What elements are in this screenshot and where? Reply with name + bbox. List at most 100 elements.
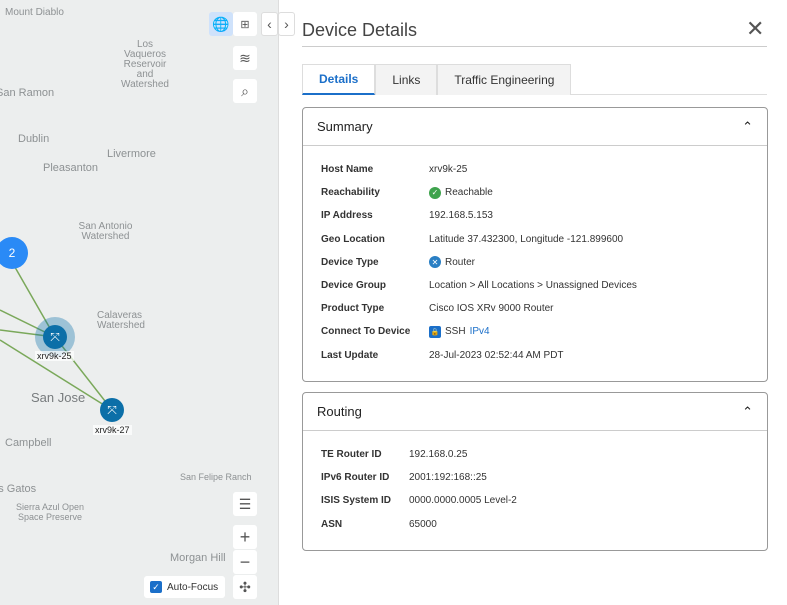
zoom-out-button[interactable]: − bbox=[233, 550, 257, 574]
detail-row: Last Update 28-Jul-2023 02:52:44 AM PDT bbox=[321, 344, 767, 367]
detail-row: IPv6 Router ID 2001:192:168::25 bbox=[321, 466, 767, 489]
place-label: Los Gatos bbox=[0, 483, 37, 495]
detail-row: Geo Location Latitude 37.432300, Longitud… bbox=[321, 228, 767, 251]
field-value: 🔒 SSH IPv4 bbox=[429, 325, 490, 338]
field-value: ✕ Router bbox=[429, 256, 476, 269]
field-label: ISIS System ID bbox=[321, 495, 392, 507]
routing-header[interactable]: Routing ⌃ bbox=[303, 393, 767, 431]
summary-header[interactable]: Summary ⌃ bbox=[303, 108, 767, 146]
field-label: Product Type bbox=[321, 303, 385, 315]
field-label: Geo Location bbox=[321, 233, 385, 245]
router-node[interactable]: ⤧ bbox=[100, 398, 124, 422]
field-value: ✓ Reachable bbox=[429, 186, 493, 199]
auto-focus-label: Auto-Focus bbox=[167, 581, 219, 593]
geo-view-button[interactable]: 🌐 bbox=[209, 12, 233, 36]
search-button[interactable]: ⌕ bbox=[233, 79, 257, 103]
value-text: Latitude 37.432300, Longitude -121.89960… bbox=[429, 233, 624, 245]
field-value: 192.168.5.153 bbox=[429, 210, 493, 221]
field-value: 2001:192:168::25 bbox=[409, 472, 487, 483]
place-label: Calaveras Watershed bbox=[97, 310, 145, 331]
place-label: Sierra Azul Open Space Preserve bbox=[15, 502, 85, 522]
field-label: Last Update bbox=[321, 349, 379, 361]
place-label: Livermore bbox=[107, 148, 156, 160]
field-value: 28-Jul-2023 02:52:44 AM PDT bbox=[429, 350, 564, 361]
panel-title: Device Details bbox=[302, 20, 418, 40]
collapse-left-button[interactable]: ‹ bbox=[261, 12, 278, 36]
field-label: IPv6 Router ID bbox=[321, 472, 390, 484]
field-label: Device Group bbox=[321, 280, 387, 292]
field-value: Location > All Locations > Unassigned De… bbox=[429, 280, 637, 291]
expand-right-button[interactable]: › bbox=[278, 12, 295, 36]
field-label: Connect To Device bbox=[321, 326, 411, 338]
detail-row: ISIS System ID 0000.0000.0005 Level-2 bbox=[321, 489, 767, 512]
chevron-up-icon[interactable]: ⌃ bbox=[742, 119, 753, 135]
value-text: Reachable bbox=[445, 187, 493, 199]
value-text: 28-Jul-2023 02:52:44 AM PDT bbox=[429, 349, 564, 361]
node-label: xrv9k-27 bbox=[93, 425, 132, 435]
place-label: Mount Diablo bbox=[5, 7, 64, 18]
detail-row: Reachability ✓ Reachable bbox=[321, 181, 767, 204]
place-label: San Felipe Ranch bbox=[180, 472, 252, 482]
legend-button[interactable]: ☰ bbox=[233, 492, 257, 516]
tab-traffic-engineering[interactable]: Traffic Engineering bbox=[437, 64, 572, 95]
detail-row: Host Name xrv9k-25 bbox=[321, 158, 767, 181]
zoom-in-button[interactable]: + bbox=[233, 525, 257, 549]
router-icon: ⤧ bbox=[50, 329, 60, 344]
field-label: IP Address bbox=[321, 210, 373, 222]
value-text: Location > All Locations > Unassigned De… bbox=[429, 280, 637, 292]
detail-row: Product Type Cisco IOS XRv 9000 Router bbox=[321, 297, 767, 320]
field-value: 0000.0000.0005 Level-2 bbox=[409, 495, 517, 506]
field-value: 65000 bbox=[409, 519, 437, 530]
summary-title: Summary bbox=[317, 119, 373, 134]
router-icon: ⤧ bbox=[107, 402, 117, 417]
field-value: Cisco IOS XRv 9000 Router bbox=[429, 303, 554, 314]
chevron-up-icon[interactable]: ⌃ bbox=[742, 404, 753, 420]
value-text: 2001:192:168::25 bbox=[409, 472, 487, 484]
topology-map[interactable]: Mount Diablo Los Vaqueros Reservoir and … bbox=[0, 0, 279, 605]
routing-title: Routing bbox=[317, 404, 362, 419]
field-label: Reachability bbox=[321, 187, 380, 199]
close-icon[interactable]: ✕ bbox=[746, 16, 764, 42]
place-label: Morgan Hill bbox=[170, 552, 226, 564]
tab-details[interactable]: Details bbox=[302, 64, 376, 95]
summary-card: Summary ⌃ Host Name xrv9k-25 Reachability ✓ R… bbox=[302, 107, 768, 382]
field-label: ASN bbox=[321, 518, 343, 530]
value-text[interactable]: SSH bbox=[445, 326, 466, 337]
topology-view-button[interactable]: ⊞ bbox=[233, 12, 257, 36]
detail-row: IP Address 192.168.5.153 bbox=[321, 204, 767, 227]
value-text: 192.168.0.25 bbox=[409, 449, 468, 461]
lock-icon[interactable]: 🔒 bbox=[429, 325, 441, 338]
tab-links[interactable]: Links bbox=[375, 64, 438, 95]
detail-row: Connect To Device 🔒 SSH IPv4 bbox=[321, 320, 767, 343]
field-label: Device Type bbox=[321, 256, 379, 268]
value-text: xrv9k-25 bbox=[429, 164, 468, 176]
detail-row: TE Router ID 192.168.0.25 bbox=[321, 443, 767, 466]
checkbox-checked-icon[interactable]: ✓ bbox=[150, 581, 162, 593]
value-text: Cisco IOS XRv 9000 Router bbox=[429, 303, 554, 315]
place-label: Pleasanton bbox=[43, 162, 99, 174]
place-label: Dublin bbox=[18, 133, 50, 145]
place-label: San Jose bbox=[31, 390, 86, 405]
field-value: 192.168.0.25 bbox=[409, 449, 467, 460]
tab-bar: Details Links Traffic Engineering bbox=[302, 64, 767, 95]
value-text: Router bbox=[445, 256, 476, 268]
auto-focus-toggle[interactable]: ✓ Auto-Focus bbox=[144, 576, 225, 598]
check-circle-icon: ✓ bbox=[429, 186, 441, 199]
place-label: Campbell bbox=[5, 437, 52, 449]
field-value: xrv9k-25 bbox=[429, 164, 467, 175]
value-text: 192.168.5.153 bbox=[429, 210, 493, 222]
router-node[interactable]: ⤧ bbox=[43, 325, 67, 349]
fit-view-button[interactable]: ✣ bbox=[233, 575, 257, 599]
layers-button[interactable]: ≋ bbox=[233, 46, 257, 70]
detail-row: ASN 65000 bbox=[321, 513, 767, 536]
value-text: 0000.0000.0005 Level-2 bbox=[409, 495, 517, 507]
routing-card: Routing ⌃ TE Router ID 192.168.0.25 IPv6 Ro… bbox=[302, 392, 768, 551]
place-label: San Ramon bbox=[0, 87, 55, 99]
field-value: Latitude 37.432300, Longitude -121.89960… bbox=[429, 234, 623, 245]
field-label: Host Name bbox=[321, 164, 374, 176]
device-details-panel: Device Details ✕ Details Links Traffic E… bbox=[280, 0, 787, 605]
node-label: xrv9k-25 bbox=[35, 351, 74, 361]
field-label: TE Router ID bbox=[321, 449, 382, 461]
ipv4-link[interactable]: IPv4 bbox=[470, 326, 490, 337]
value-text: 65000 bbox=[409, 518, 437, 530]
